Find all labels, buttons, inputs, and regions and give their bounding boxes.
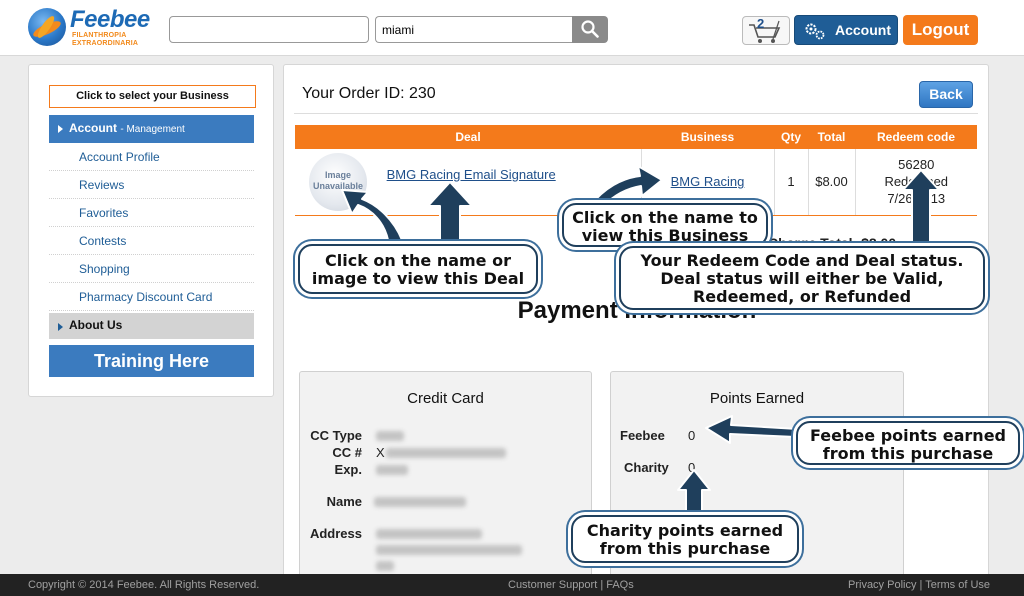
gear-icon — [805, 23, 825, 40]
callout-deal-line-1: Click on the name or — [325, 251, 511, 270]
cc-prefix: X — [376, 445, 385, 460]
logo-tagline: FILANTHROPIA EXTRAORDINARIA — [72, 32, 138, 48]
cart-button[interactable] — [742, 16, 790, 45]
address-line-2 — [376, 545, 522, 555]
cart-count: 2 — [757, 16, 765, 31]
shopping-cart-icon — [749, 20, 781, 43]
callout-redeem-line-2: Deal status will either be Valid, — [660, 269, 944, 288]
sidebar-item-shopping[interactable]: Shopping — [49, 255, 254, 283]
callout-charity-line-1: Charity points earned — [586, 521, 784, 540]
cc-number-label: CC # — [332, 445, 362, 460]
callout-redeem-line-3: Redeemed, or Refunded — [692, 287, 912, 306]
account-button[interactable]: Account — [794, 15, 898, 45]
search-button[interactable] — [572, 16, 608, 43]
legal-links[interactable]: Privacy Policy | Terms of Use — [848, 574, 990, 596]
cc-exp-value — [376, 465, 408, 475]
search-icon — [581, 20, 599, 38]
business-link[interactable]: BMG Racing — [671, 174, 745, 189]
callout-business: Click on the name to view this Business — [562, 203, 768, 247]
image-text-1: Image — [324, 169, 351, 180]
account-section-sub: - Management — [120, 124, 185, 135]
deal-link[interactable]: BMG Racing Email Signature — [387, 167, 556, 182]
location-input[interactable] — [375, 16, 572, 43]
sidebar-section-about[interactable]: About Us — [49, 313, 254, 339]
charity-points-value: 0 — [688, 460, 696, 475]
column-header-total: Total — [808, 125, 855, 149]
credit-card-title: Credit Card — [407, 390, 484, 407]
order-table: Deal Business Qty Total Redeem code Imag… — [295, 125, 977, 216]
sidebar-section-account[interactable]: Account - Management — [49, 115, 254, 143]
callout-charity-line-2: from this purchase — [599, 539, 771, 558]
column-header-business: Business — [641, 125, 774, 149]
sidebar-item-pharmacy-discount-card[interactable]: Pharmacy Discount Card — [49, 283, 254, 311]
column-header-qty: Qty — [774, 125, 808, 149]
header: Feebee FILANTHROPIA EXTRAORDINARIA 2 Acc… — [0, 0, 1024, 56]
logo-name: Feebee — [70, 6, 150, 33]
cc-type-value — [376, 431, 404, 441]
order-panel: Your Order ID: 230 Back Deal Business Qt… — [283, 64, 989, 585]
callout-deal: Click on the name or image to view this … — [298, 244, 538, 294]
callout-feebee-line-2: from this purchase — [822, 444, 994, 463]
cc-type-label: CC Type — [310, 428, 362, 443]
redeem-date: 7/26/2013 — [887, 191, 946, 207]
name-label: Name — [326, 494, 362, 509]
sidebar-menu: Account Profile Reviews Favorites Contes… — [49, 143, 254, 311]
sidebar-item-contests[interactable]: Contests — [49, 227, 254, 255]
divider — [294, 113, 978, 114]
deal-image[interactable]: Image Unavailable — [309, 152, 367, 211]
cc-number-value — [386, 448, 506, 458]
callout-charity-points: Charity points earned from this purchase — [571, 515, 799, 563]
search-input[interactable] — [169, 16, 369, 43]
copyright: Copyright © 2014 Feebee. All Rights Rese… — [28, 579, 260, 591]
back-button[interactable]: Back — [919, 81, 973, 108]
select-business-button[interactable]: Click to select your Business — [49, 85, 256, 108]
training-button[interactable]: Training Here — [49, 345, 254, 377]
qty-cell: 1 — [774, 149, 809, 216]
sidebar-item-favorites[interactable]: Favorites — [49, 199, 254, 227]
account-label: Account — [835, 22, 891, 38]
sidebar-item-reviews[interactable]: Reviews — [49, 171, 254, 199]
address-line-3 — [376, 561, 394, 571]
callout-feebee-points: Feebee points earned from this purchase — [796, 421, 1020, 465]
order-title: Your Order ID: 230 — [302, 85, 436, 102]
logo-tagline-2: EXTRAORDINARIA — [72, 40, 139, 47]
credit-card-panel: Credit Card CC Type CC # Exp. Name Addre… — [299, 371, 592, 585]
caret-right-icon — [58, 125, 63, 133]
deal-status: Redeemed — [884, 174, 949, 190]
caret-right-icon — [58, 323, 63, 331]
about-section-label: About Us — [69, 318, 123, 332]
footer: Copyright © 2014 Feebee. All Rights Rese… — [0, 574, 1024, 596]
callout-business-line-2: view this Business — [581, 226, 749, 245]
callout-business-line-1: Click on the name to — [572, 208, 758, 227]
logout-button[interactable]: Logout — [903, 15, 978, 45]
callout-deal-line-2: image to view this Deal — [311, 269, 525, 288]
globe-logo-icon — [28, 8, 66, 46]
callout-redeem-line-1: Your Redeem Code and Deal status. — [640, 251, 964, 270]
redeem-code: 56280 — [898, 157, 935, 173]
callout-feebee-line-1: Feebee points earned — [809, 426, 1006, 445]
feebee-points-label: Feebee — [620, 428, 665, 443]
callout-redeem: Your Redeem Code and Deal status. Deal s… — [619, 246, 985, 310]
charity-points-label: Charity — [624, 460, 669, 475]
logo-tagline-1: FILANTHROPIA — [72, 32, 127, 39]
column-header-redeem-code: Redeem code — [855, 125, 977, 149]
sidebar-item-account-profile[interactable]: Account Profile — [49, 143, 254, 171]
address-line-1 — [376, 529, 482, 539]
account-section-label: Account — [69, 121, 117, 135]
redeem-cell: 56280 Redeemed 7/26/2013 — [855, 149, 977, 216]
cc-exp-label: Exp. — [334, 462, 362, 477]
feebee-logo[interactable]: Feebee FILANTHROPIA EXTRAORDINARIA — [28, 6, 153, 48]
address-label: Address — [309, 526, 362, 541]
points-title: Points Earned — [709, 390, 805, 407]
total-cell: $8.00 — [808, 149, 856, 216]
feebee-points-value: 0 — [688, 428, 696, 443]
image-text-2: Unavailable — [312, 180, 364, 191]
sidebar: Click to select your Business Account - … — [28, 64, 274, 397]
name-value — [374, 497, 466, 507]
column-header-deal: Deal — [295, 125, 641, 149]
support-links[interactable]: Customer Support | FAQs — [508, 574, 634, 596]
